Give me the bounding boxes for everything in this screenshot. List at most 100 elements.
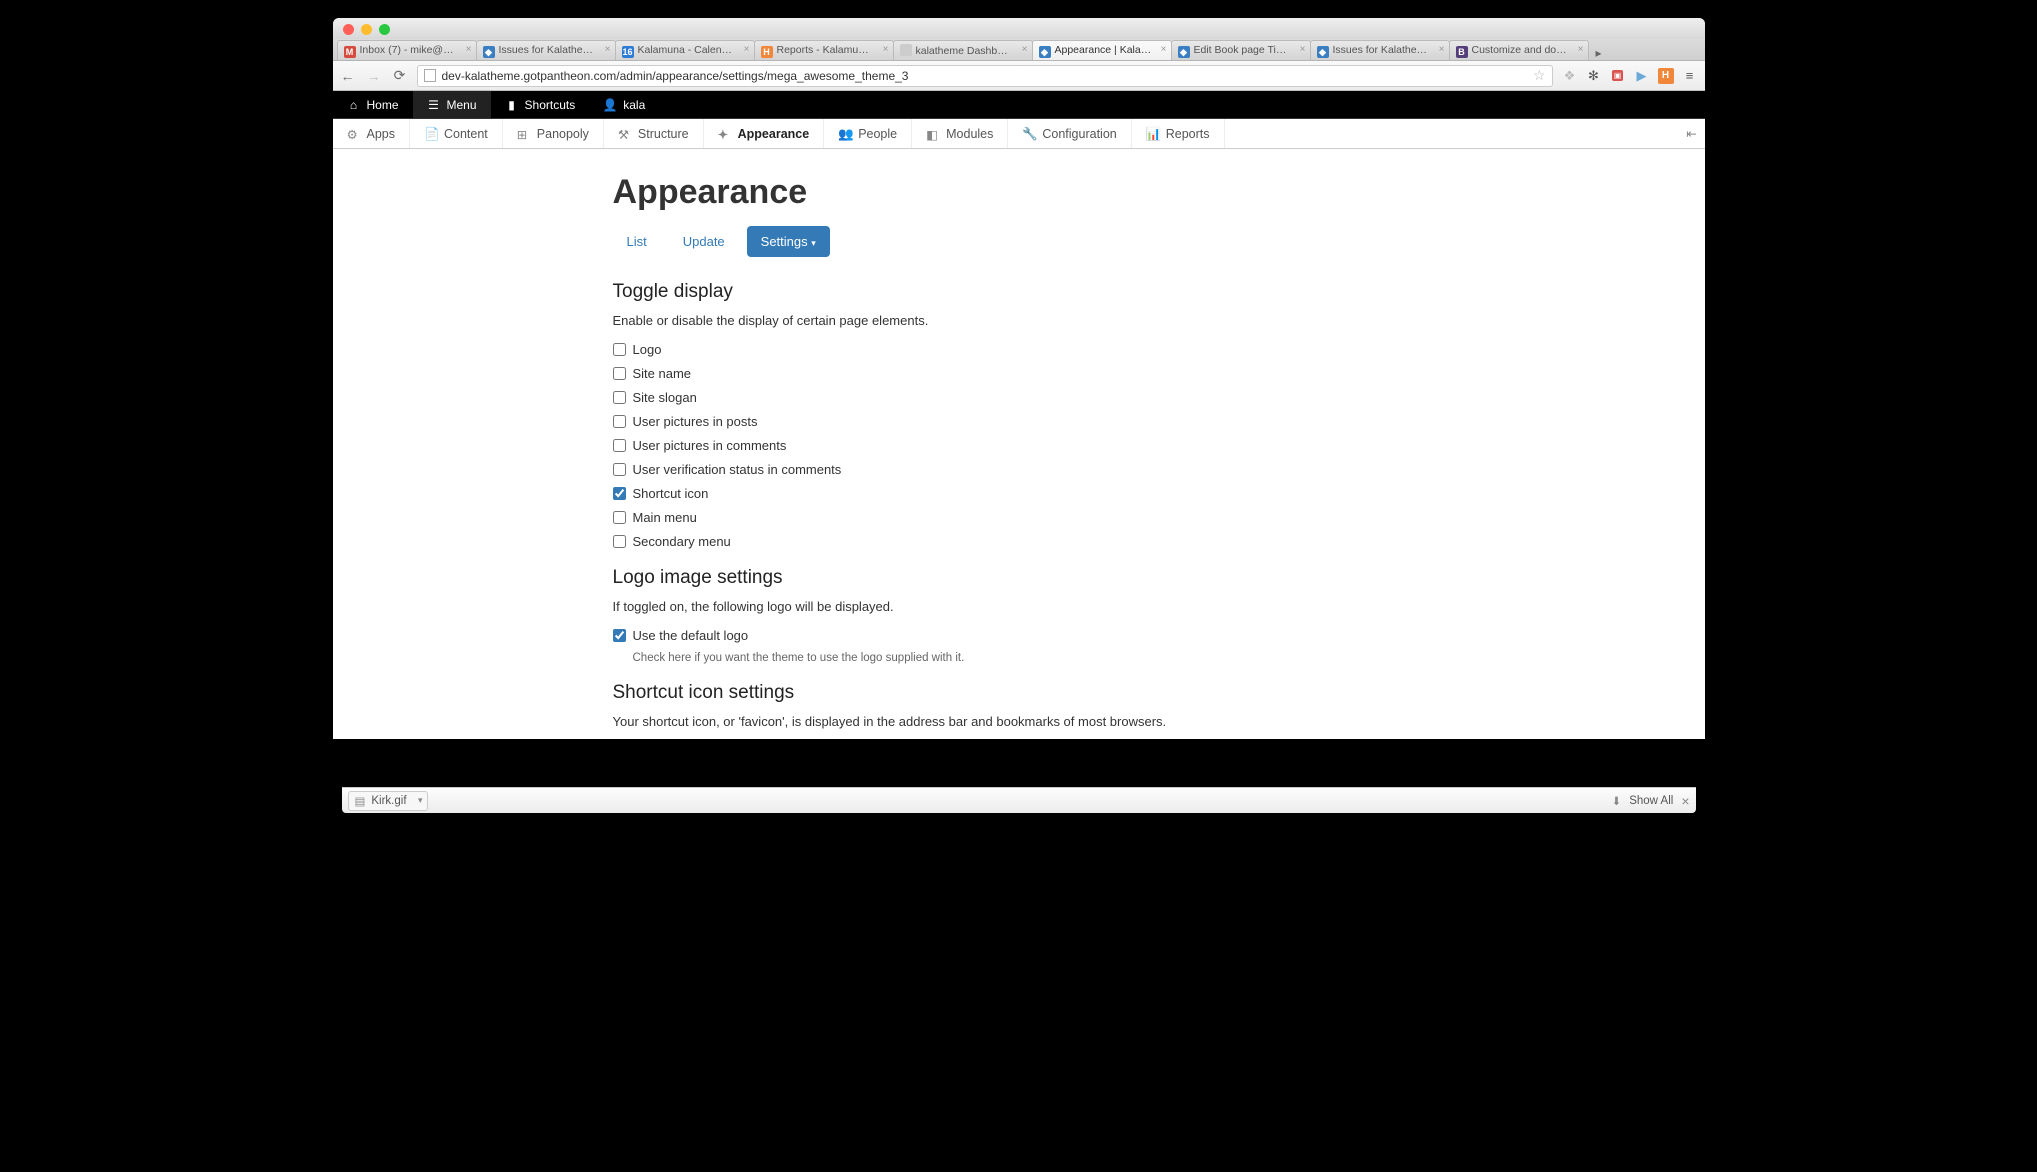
forward-button[interactable]: → bbox=[365, 67, 383, 85]
browser-tab[interactable]: ◆ Edit Book page Tips, Trick...× bbox=[1171, 40, 1311, 60]
reports-icon: 📊 bbox=[1146, 127, 1160, 141]
toggle-label: User pictures in comments bbox=[633, 438, 787, 453]
tab-title: Reports - Kalamuna, LLC... bbox=[777, 44, 894, 56]
toggle-user-verification-status-in-comments[interactable]: User verification status in comments bbox=[613, 462, 1413, 477]
toggle-site-name[interactable]: Site name bbox=[613, 366, 1413, 381]
file-icon: ▤ bbox=[355, 794, 366, 808]
new-tab-button[interactable]: ▸ bbox=[1588, 44, 1610, 60]
close-window-button[interactable] bbox=[343, 24, 354, 35]
tab-list[interactable]: List bbox=[613, 226, 661, 257]
toggle-checkbox[interactable] bbox=[613, 367, 626, 380]
toggle-secondary-menu[interactable]: Secondary menu bbox=[613, 534, 1413, 549]
admin-menu-apps[interactable]: ⚙Apps bbox=[333, 119, 411, 148]
tab-title: Issues for Kalatheme | Dr... bbox=[1333, 44, 1450, 56]
tab-title: Edit Book page Tips, Trick... bbox=[1194, 44, 1311, 56]
toggle-checkbox[interactable] bbox=[613, 535, 626, 548]
toggle-display-heading: Toggle display bbox=[613, 281, 1413, 303]
admin-menu-appearance[interactable]: ✦Appearance bbox=[704, 119, 825, 148]
toggle-checkbox[interactable] bbox=[613, 463, 626, 476]
bookmark-icon: ▮ bbox=[505, 98, 519, 112]
tab-favicon: ◆ bbox=[1317, 46, 1329, 58]
toggle-site-slogan[interactable]: Site slogan bbox=[613, 390, 1413, 405]
toggle-checkbox[interactable] bbox=[613, 415, 626, 428]
toggle-shortcut-icon[interactable]: Shortcut icon bbox=[613, 486, 1413, 501]
toggle-label: Site name bbox=[633, 366, 692, 381]
toggle-checkbox[interactable] bbox=[613, 511, 626, 524]
admin-menu-people[interactable]: 👥People bbox=[824, 119, 912, 148]
download-menu-caret[interactable]: ▾ bbox=[418, 795, 423, 806]
use-default-logo-input[interactable] bbox=[613, 629, 626, 642]
browser-tab[interactable]: kalatheme Dashboard | Pa...× bbox=[893, 40, 1033, 60]
browser-tab[interactable]: H Reports - Kalamuna, LLC...× bbox=[754, 40, 894, 60]
toggle-checkbox[interactable] bbox=[613, 487, 626, 500]
page-title: Appearance bbox=[613, 173, 1413, 212]
browser-tab[interactable]: ◆Issues for Kalatheme | Dr...× bbox=[476, 40, 616, 60]
extension-adblock-icon[interactable]: ▣ bbox=[1609, 67, 1627, 85]
chrome-menu-button[interactable]: ≡ bbox=[1681, 67, 1699, 85]
tab-favicon: M bbox=[344, 46, 356, 58]
browser-tab[interactable]: ◆ Issues for Kalatheme | Dr...× bbox=[1310, 40, 1450, 60]
local-tasks: List Update Settings ▾ bbox=[613, 226, 1413, 257]
tab-favicon: ◆ bbox=[1039, 46, 1051, 58]
admin-menu-collapse[interactable]: ⇤ bbox=[1679, 126, 1705, 141]
settings-gear-icon[interactable]: ✻ bbox=[1585, 67, 1603, 85]
toggle-main-menu[interactable]: Main menu bbox=[613, 510, 1413, 525]
people-icon: 👥 bbox=[838, 127, 852, 141]
browser-tab[interactable]: 16Kalamuna - Calendar× bbox=[615, 40, 755, 60]
tab-close-icon[interactable]: × bbox=[883, 44, 889, 55]
panopoly-icon: ⊞ bbox=[517, 127, 531, 141]
toggle-checkbox[interactable] bbox=[613, 391, 626, 404]
address-bar[interactable]: dev-kalatheme.gotpantheon.com/admin/appe… bbox=[417, 65, 1553, 87]
apps-icon: ⚙ bbox=[347, 127, 361, 141]
tab-close-icon[interactable]: × bbox=[1022, 44, 1028, 55]
tab-close-icon[interactable]: × bbox=[1439, 44, 1445, 55]
tab-close-icon[interactable]: × bbox=[466, 44, 472, 55]
reload-button[interactable]: ⟳ bbox=[391, 67, 409, 85]
logo-settings-heading: Logo image settings bbox=[613, 567, 1413, 589]
extension-harvest-icon[interactable]: H bbox=[1657, 67, 1675, 85]
browser-tab[interactable]: BCustomize and download× bbox=[1449, 40, 1589, 60]
use-default-logo-checkbox[interactable]: Use the default logo bbox=[613, 628, 1413, 643]
extension-play-icon[interactable]: ▶ bbox=[1633, 67, 1651, 85]
tab-close-icon[interactable]: × bbox=[1578, 44, 1584, 55]
toolbar-menu[interactable]: ☰ Menu bbox=[413, 91, 491, 118]
admin-menu-configuration[interactable]: 🔧Configuration bbox=[1008, 119, 1131, 148]
admin-menu-content[interactable]: 📄Content bbox=[410, 119, 503, 148]
browser-tab[interactable]: ◆Appearance | Kalatheme× bbox=[1032, 40, 1172, 60]
browser-tab[interactable]: MInbox (7) - mike@kalamu...× bbox=[337, 40, 477, 60]
close-downloads-bar[interactable]: × bbox=[1681, 793, 1689, 809]
admin-menu-panopoly[interactable]: ⊞Panopoly bbox=[503, 119, 604, 148]
tab-close-icon[interactable]: × bbox=[1161, 44, 1167, 55]
toggle-display-desc: Enable or disable the display of certain… bbox=[613, 313, 1413, 328]
toggle-checkbox[interactable] bbox=[613, 439, 626, 452]
toggle-logo[interactable]: Logo bbox=[613, 342, 1413, 357]
browser-toolbar: ← → ⟳ dev-kalatheme.gotpantheon.com/admi… bbox=[333, 61, 1705, 91]
tab-favicon: ◆ bbox=[1178, 46, 1190, 58]
admin-menu-structure[interactable]: ⚒Structure bbox=[604, 119, 704, 148]
toggle-label: Logo bbox=[633, 342, 662, 357]
toolbar-user[interactable]: 👤 kala bbox=[589, 91, 659, 118]
toggle-label: Site slogan bbox=[633, 390, 697, 405]
download-item[interactable]: ▤ Kirk.gif ▾ bbox=[348, 791, 428, 811]
tab-update[interactable]: Update bbox=[669, 226, 739, 257]
extension-icon-1[interactable]: ❖ bbox=[1561, 67, 1579, 85]
tab-close-icon[interactable]: × bbox=[605, 44, 611, 55]
toggle-checkbox[interactable] bbox=[613, 343, 626, 356]
admin-menu-modules[interactable]: ◧Modules bbox=[912, 119, 1008, 148]
toggle-user-pictures-in-posts[interactable]: User pictures in posts bbox=[613, 414, 1413, 429]
tab-close-icon[interactable]: × bbox=[744, 44, 750, 55]
tab-settings[interactable]: Settings ▾ bbox=[747, 226, 830, 257]
toggle-user-pictures-in-comments[interactable]: User pictures in comments bbox=[613, 438, 1413, 453]
window-traffic-lights bbox=[333, 18, 1705, 39]
minimize-window-button[interactable] bbox=[361, 24, 372, 35]
tab-favicon: H bbox=[761, 46, 773, 58]
tab-close-icon[interactable]: × bbox=[1300, 44, 1306, 55]
toolbar-shortcuts[interactable]: ▮ Shortcuts bbox=[491, 91, 590, 118]
admin-menu-reports[interactable]: 📊Reports bbox=[1132, 119, 1225, 148]
bookmark-star-icon[interactable]: ☆ bbox=[1533, 67, 1546, 84]
toolbar-home[interactable]: ⌂ Home bbox=[333, 91, 413, 118]
zoom-window-button[interactable] bbox=[379, 24, 390, 35]
show-all-downloads[interactable]: Show All bbox=[1629, 795, 1673, 807]
download-arrow-icon: ⬇ bbox=[1612, 794, 1622, 808]
back-button[interactable]: ← bbox=[339, 67, 357, 85]
